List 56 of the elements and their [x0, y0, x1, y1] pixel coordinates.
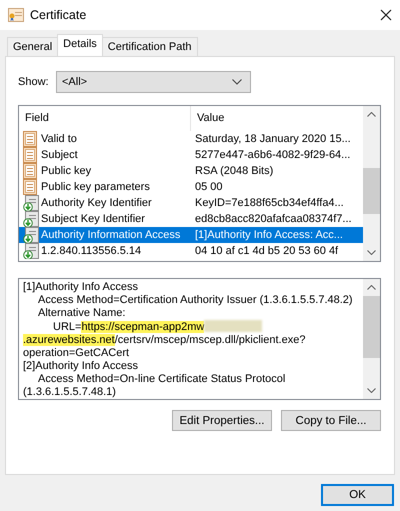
document-download-icon [23, 195, 39, 211]
field-name: 1.2.840.113556.5.14 [41, 245, 142, 257]
certificate-icon [8, 8, 24, 22]
field-name: Public key parameters [41, 181, 150, 193]
scroll-up-icon[interactable] [367, 285, 376, 290]
scrollbar[interactable] [363, 279, 380, 399]
show-dropdown[interactable]: <All> [56, 71, 251, 93]
tab[interactable]: Certification Path [102, 37, 198, 56]
table-row[interactable]: Subject 5277e447-a6b6-4082-9f29-64... [19, 147, 363, 163]
field-name: Subject [41, 149, 78, 161]
scroll-down-icon[interactable] [367, 388, 376, 393]
table-row[interactable]: Authority Information Access [1]Authority Info Access: Acc... [19, 227, 363, 243]
table-row[interactable]: Subject Key Identifier ed8cb8acc820afafcaa08374f7... [19, 211, 363, 227]
scroll-up-icon[interactable] [367, 112, 376, 117]
action-button[interactable]: Copy to File... [281, 410, 381, 431]
detail-line: [2]Authority Info Access [23, 360, 139, 373]
details-text-box[interactable] [18, 278, 381, 400]
tab[interactable]: Details [57, 34, 103, 56]
table-row[interactable]: Public key parameters 05 00 [19, 179, 363, 195]
show-label: Show: [18, 76, 50, 88]
field-name: Subject Key Identifier [41, 213, 145, 225]
field-value: 05 00 [195, 181, 223, 193]
column-header[interactable]: Value [191, 106, 363, 131]
close-icon[interactable] [380, 9, 392, 21]
document-download-icon [23, 211, 39, 227]
document-icon [23, 179, 39, 195]
field-value: Saturday, 18 January 2020 15... [195, 133, 351, 145]
detail-line: [1]Authority Info Access [23, 281, 139, 294]
ok-button[interactable]: OK [321, 484, 394, 506]
document-download-icon [23, 243, 39, 259]
field-name: Valid to [41, 133, 77, 145]
chevron-down-icon [232, 79, 242, 85]
field-name: Public key [41, 165, 92, 177]
field-name: Authority Key Identifier [41, 197, 152, 209]
field-value: RSA (2048 Bits) [195, 165, 274, 177]
tab[interactable]: General [7, 37, 58, 56]
detail-line: Alternative Name: [37, 307, 126, 320]
scrollbar[interactable] [363, 106, 380, 261]
field-name: Authority Information Access [41, 229, 180, 241]
table-row[interactable]: Public key RSA (2048 Bits) [19, 163, 363, 179]
document-icon [23, 147, 39, 163]
field-value: ed8cb8acc820afafcaa08374f7... [195, 213, 352, 225]
action-button[interactable]: Edit Properties... [172, 410, 272, 431]
detail-line: Access Method=On-line Certificate Status Protocol (1.3.6.1.5.5.7.48.1) [23, 373, 286, 399]
table-row[interactable]: Authority Key Identifier KeyID=7e188f65cb34ef4ffa4... [19, 195, 363, 211]
window-title: Certificate [30, 8, 88, 22]
table-row[interactable]: 1.2.840.113556.5.14 04 10 af c1 4d b5 20 53 60 4f [19, 243, 363, 259]
document-icon [23, 163, 39, 179]
document-download-icon [23, 227, 39, 243]
scroll-down-icon[interactable] [367, 250, 376, 255]
field-value: 5277e447-a6b6-4082-9f29-64... [195, 149, 350, 161]
detail-line: Access Method=Certification Authority Issuer (1.3.6.1.5.5.7.48.2) [37, 294, 354, 307]
field-value: 04 10 af c1 4d b5 20 53 60 4f [195, 245, 338, 257]
document-icon [23, 131, 39, 147]
field-value: KeyID=7e188f65cb34ef4ffa4... [195, 197, 344, 209]
table-row[interactable]: Valid to Saturday, 18 January 2020 15... [19, 131, 363, 147]
